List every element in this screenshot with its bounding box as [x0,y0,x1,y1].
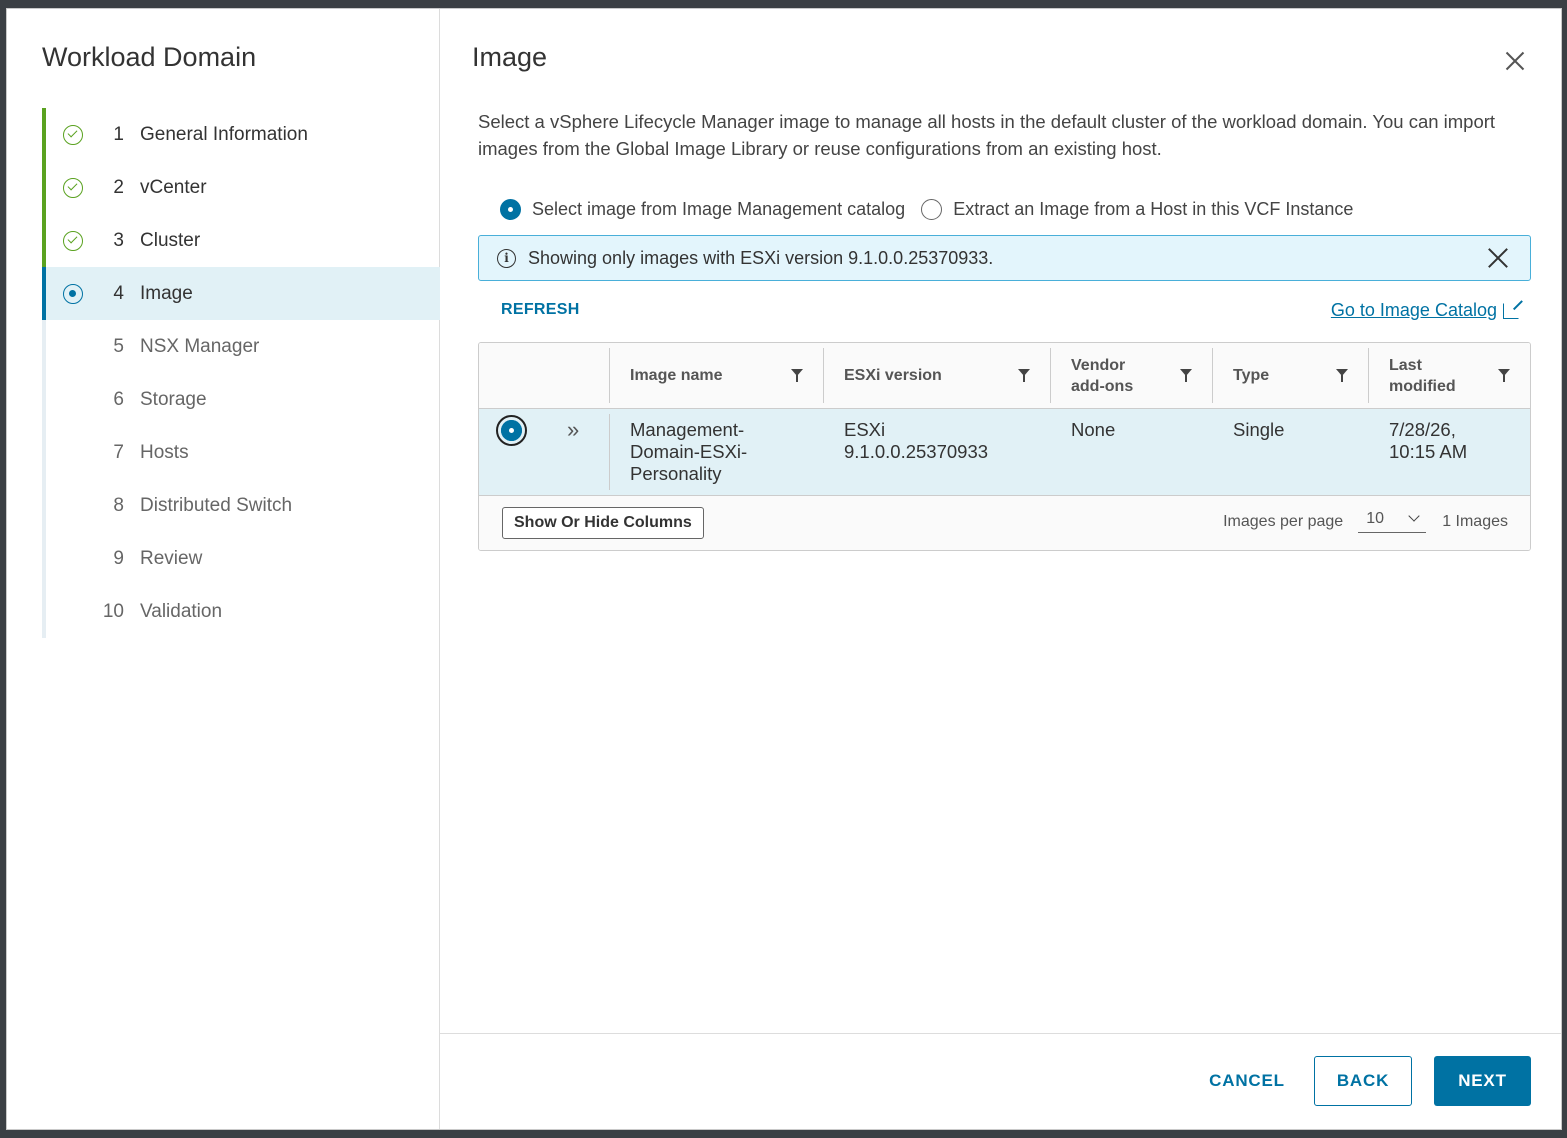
catalog-option-label: Select image from Image Management catal… [532,199,906,219]
page-title: Image [472,42,548,72]
column-vendor-addons[interactable]: Vendor add-ons [1050,343,1212,408]
grid-header: Image name ESXi version Vendor add-ons Ty… [479,343,1530,409]
step-number: 5 [113,335,124,357]
filter-icon[interactable] [1336,369,1348,382]
external-link-icon [1503,302,1519,319]
column-type[interactable]: Type [1212,343,1368,408]
expand-details-icon[interactable]: » [567,419,579,441]
step-distributed-switch: 8 Distributed Switch [42,479,440,532]
wizard-title: Workload Domain [42,42,257,72]
column-esxi-version[interactable]: ESXi version [823,343,1050,408]
wizard-sidebar: Workload Domain 1 General Information 2 … [7,9,440,1129]
cell-vendor-addons: None [1071,419,1116,440]
step-number: 2 [113,176,124,198]
step-label: General Information [140,123,308,145]
refresh-button[interactable]: REFRESH [501,301,580,319]
step-label: vCenter [140,176,207,198]
extract-option[interactable]: Extract an Image from a Host in this VCF… [921,199,1353,220]
show-hide-columns-button[interactable]: Show Or Hide Columns [502,507,704,539]
step-validation: 10 Validation [42,585,440,638]
cell-esxi-version: ESXi 9.1.0.0.25370933 [844,419,989,462]
cell-image-name: Management- Domain-ESXi- Personality [609,409,823,495]
back-button[interactable]: BACK [1314,1056,1412,1106]
filter-icon[interactable] [1498,369,1510,382]
filter-icon[interactable] [1018,369,1030,382]
current-step-icon [63,283,83,304]
radio-unselected-icon[interactable] [921,199,943,220]
step-label: Storage [140,388,207,410]
step-image[interactable]: 4 Image [42,267,440,320]
per-page-select[interactable]: 10 [1358,510,1427,533]
step-hosts: 7 Hosts [42,426,440,479]
step-number: 1 [113,123,124,145]
column-image-name[interactable]: Image name [609,343,823,408]
step-storage: 6 Storage [42,373,440,426]
step-number: 9 [113,547,124,569]
per-page-label: Images per page [1223,512,1344,530]
close-icon[interactable] [1505,51,1525,71]
step-number: 6 [113,388,124,410]
step-label: Cluster [140,229,201,251]
image-catalog-link[interactable]: Go to Image Catalog [1331,300,1519,321]
step-number: 3 [113,229,124,251]
filter-icon[interactable] [791,369,803,382]
step-label: NSX Manager [140,335,260,357]
check-circle-icon [63,230,83,251]
step-label: Hosts [140,441,189,463]
step-number: 10 [102,600,124,622]
step-review: 9 Review [42,532,440,585]
chevron-down-icon [1408,510,1420,522]
row-select-cell: » [479,409,609,495]
images-datagrid: Image name ESXi version Vendor add-ons Ty… [478,342,1531,551]
radio-selected-icon[interactable] [500,199,521,220]
step-label: Image [140,282,193,304]
step-nsx-manager: 5 NSX Manager [42,320,440,373]
grid-footer: Show Or Hide Columns Images per page 10 … [479,496,1530,550]
pagination: Images per page 10 1 Images [1223,510,1508,533]
step-number: 8 [113,494,124,516]
step-general-information[interactable]: 1 General Information [42,108,440,161]
workload-domain-wizard: Workload Domain 1 General Information 2 … [6,8,1562,1130]
banner-close-icon[interactable] [1488,248,1508,268]
catalog-option[interactable]: Select image from Image Management catal… [500,199,905,220]
image-catalog-link-label: Go to Image Catalog [1330,300,1497,320]
step-label: Validation [140,600,223,622]
wizard-content: Image Select a vSphere Lifecycle Manager… [440,9,1561,1129]
image-source-options: Select image from Image Management catal… [500,199,1369,220]
select-column-header [479,343,609,408]
step-label: Review [140,547,203,569]
page-description: Select a vSphere Lifecycle Manager image… [478,111,1496,159]
cancel-button[interactable]: CANCEL [1202,1056,1292,1106]
check-circle-icon [63,177,83,198]
extract-option-label: Extract an Image from a Host in this VCF… [953,199,1354,219]
table-row[interactable]: » Management- Domain-ESXi- Personality ESX… [479,409,1530,496]
filter-icon[interactable] [1180,369,1192,382]
row-radio-selected-icon[interactable] [496,415,527,446]
step-cluster[interactable]: 3 Cluster [42,214,440,267]
step-list: 1 General Information 2 vCenter 3 Cluste… [42,108,440,638]
cell-last-modified: 7/28/26, 10:15 AM [1389,419,1468,462]
check-circle-icon [63,124,83,145]
image-count: 1 Images [1442,512,1508,530]
info-icon: i [497,248,516,268]
banner-text: Showing only images with ESXi version 9.… [528,247,994,268]
step-label: Distributed Switch [140,494,293,516]
wizard-footer: CANCEL BACK NEXT [440,1033,1561,1129]
next-button[interactable]: NEXT [1434,1056,1531,1106]
step-vcenter[interactable]: 2 vCenter [42,161,440,214]
step-number: 7 [113,441,124,463]
info-banner: i Showing only images with ESXi version … [478,235,1531,281]
step-number: 4 [113,282,124,304]
cell-type: Single [1233,419,1285,440]
column-last-modified[interactable]: Last modified [1368,343,1530,408]
